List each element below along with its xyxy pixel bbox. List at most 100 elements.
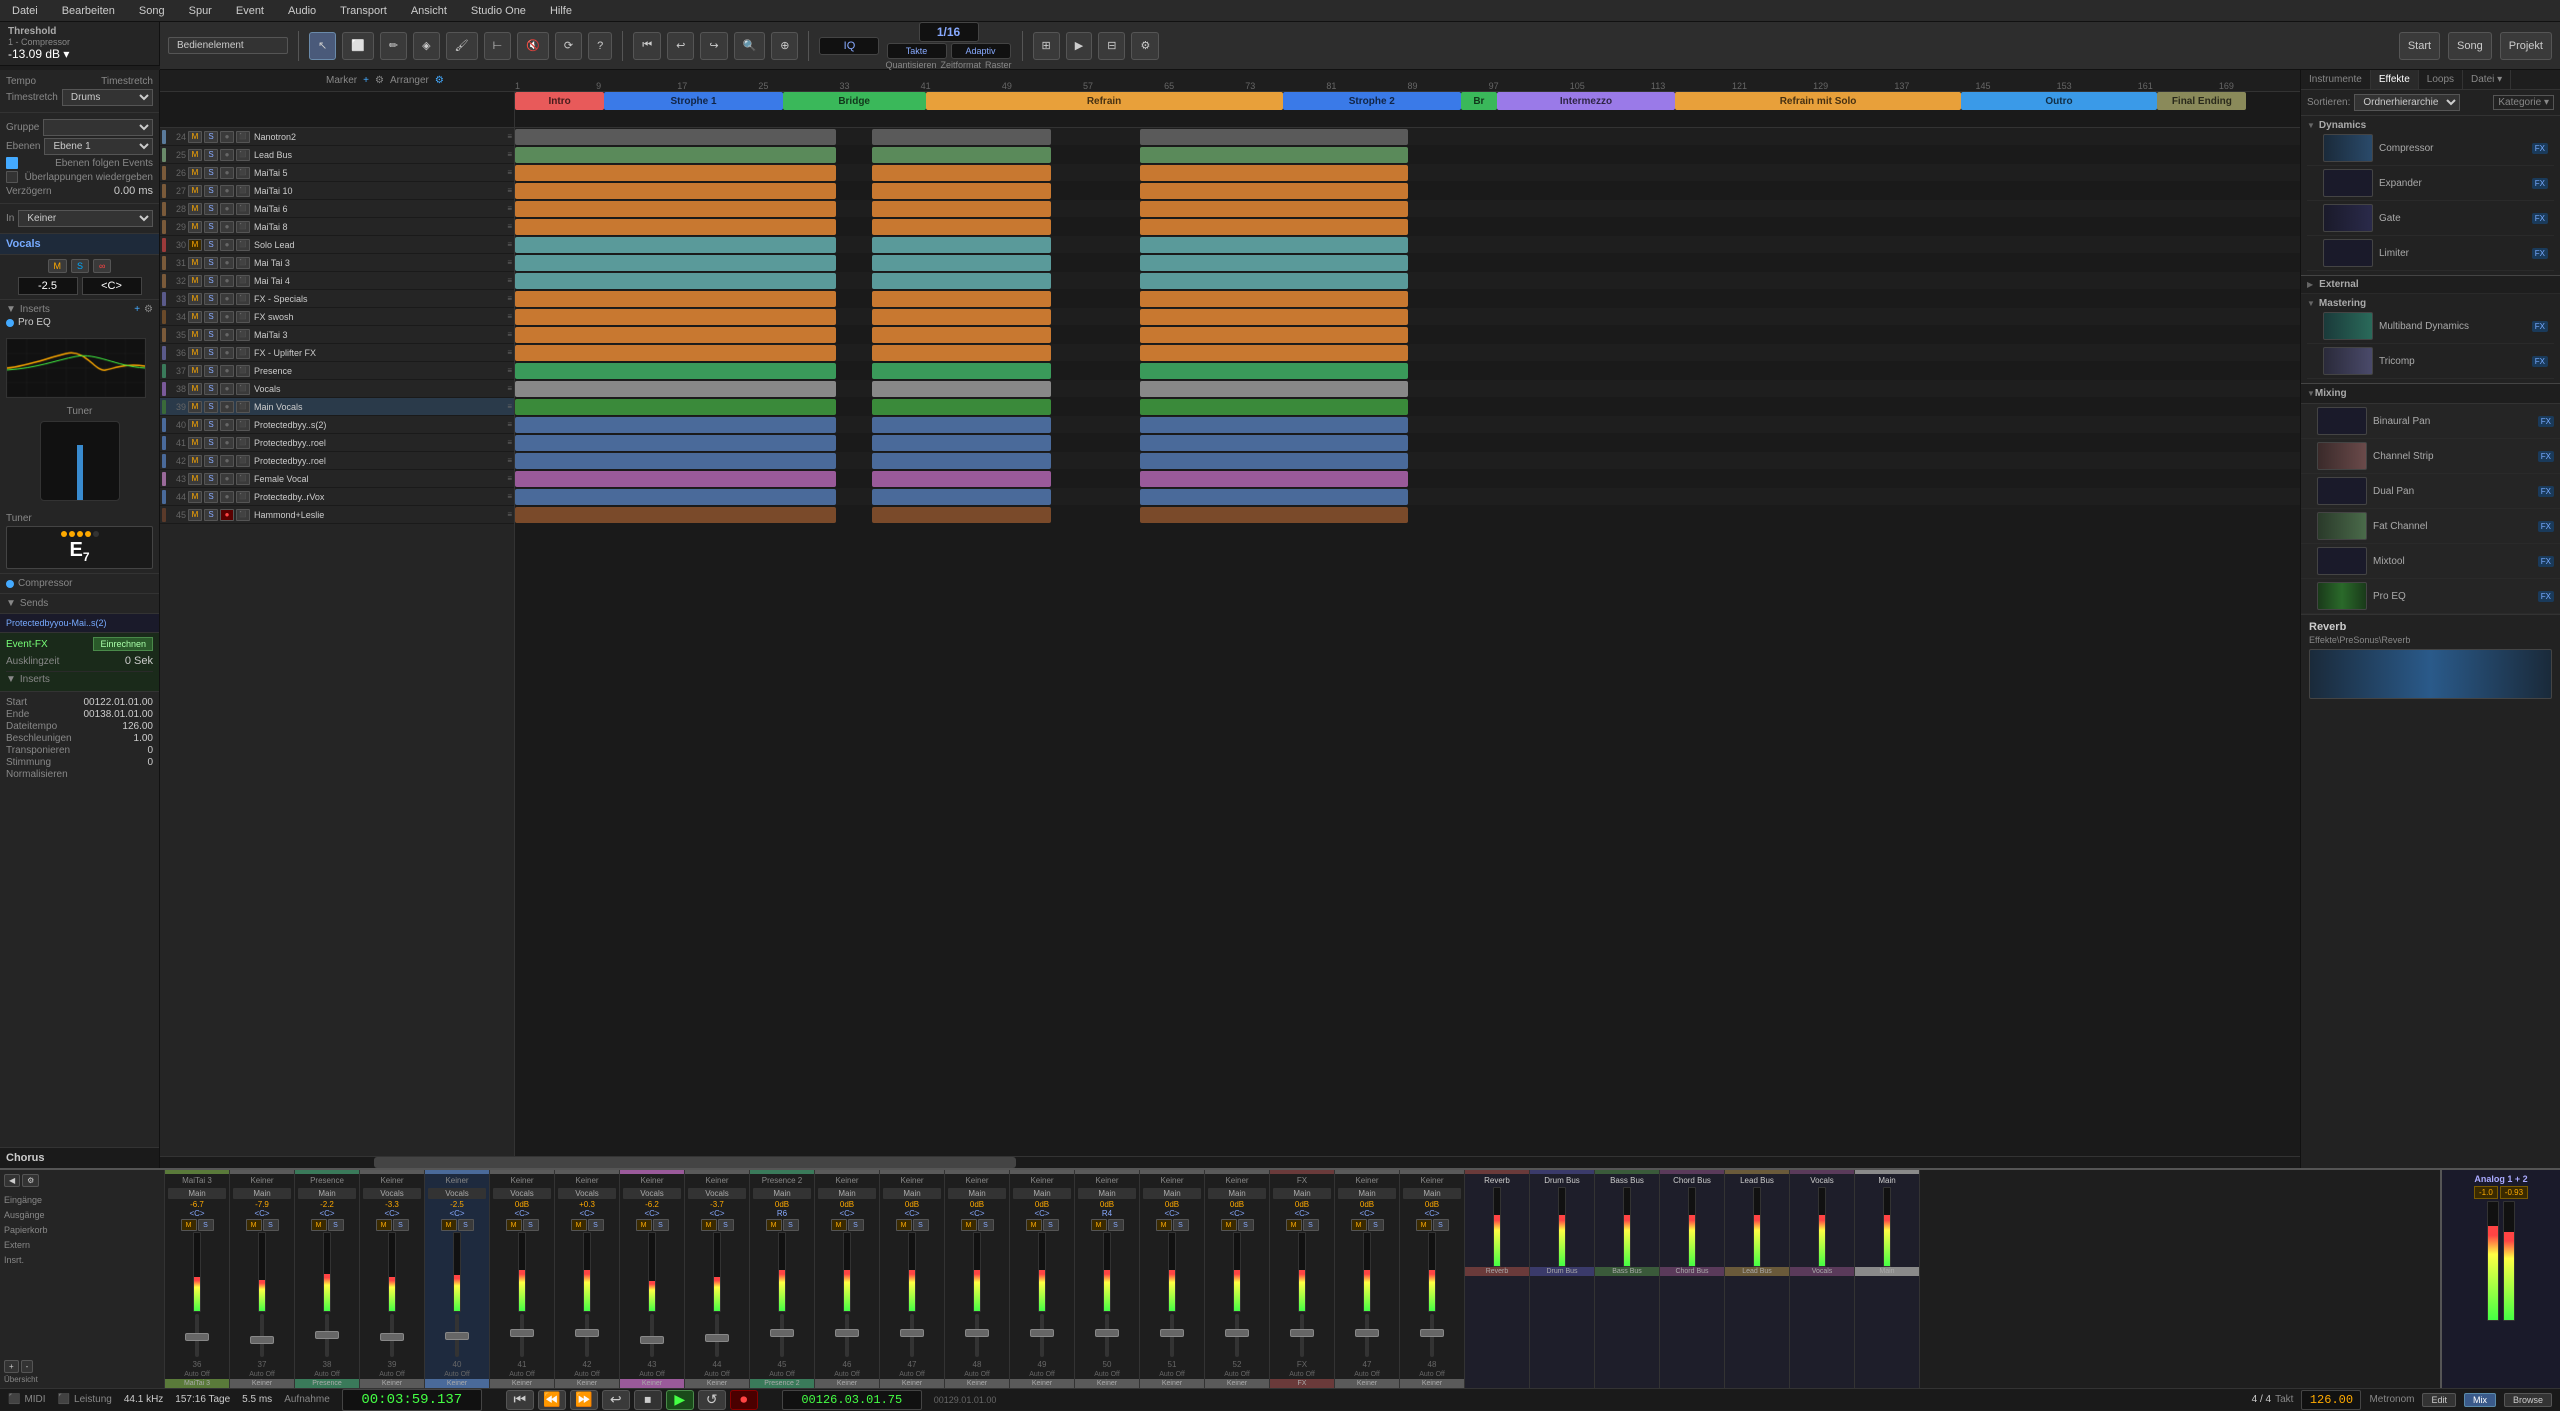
- section-strophe-1[interactable]: Strophe 1: [604, 92, 783, 110]
- track-mute-37[interactable]: M: [188, 365, 202, 377]
- ch-label-bottom-11[interactable]: Keiner: [880, 1379, 944, 1388]
- track-mute-40[interactable]: M: [188, 419, 202, 431]
- loop2-btn[interactable]: ↪: [700, 32, 727, 60]
- bus-label-3[interactable]: Chord Bus: [1660, 1267, 1724, 1276]
- track-menu-icon-30[interactable]: ≡: [507, 240, 512, 249]
- track-row-45[interactable]: 45MS●⬛Hammond+Leslie≡: [160, 506, 514, 524]
- region-28-0[interactable]: [515, 201, 836, 217]
- track-input-26[interactable]: ⬛: [236, 167, 250, 179]
- track-mute-27[interactable]: M: [188, 185, 202, 197]
- track-row-42[interactable]: 42MS●⬛Protectedbyy..roel≡: [160, 452, 514, 470]
- tempo-display[interactable]: 126.00: [2301, 1390, 2361, 1410]
- zoom2-btn[interactable]: ⊕: [771, 32, 798, 60]
- mixer-nav-left[interactable]: ◀: [4, 1174, 20, 1187]
- track-menu-icon-28[interactable]: ≡: [507, 204, 512, 213]
- ch-fader-track-5[interactable]: [520, 1314, 524, 1357]
- track-solo-39[interactable]: S: [204, 401, 218, 413]
- region-26-1[interactable]: [872, 165, 1051, 181]
- mixer-channel-38[interactable]: PresenceMain-2.2<C>MS38Auto OffPresence: [295, 1170, 360, 1388]
- vocals-pan-display[interactable]: <C>: [82, 277, 142, 295]
- track-solo-29[interactable]: S: [204, 221, 218, 233]
- track-mute-42[interactable]: M: [188, 455, 202, 467]
- compressor-label[interactable]: Compressor: [18, 578, 72, 589]
- split-tool[interactable]: ⊢: [484, 32, 512, 60]
- ch-pan-18[interactable]: <C>: [1359, 1209, 1374, 1218]
- mixer-zoom-out[interactable]: -: [21, 1360, 34, 1373]
- track-input-44[interactable]: ⬛: [236, 491, 250, 503]
- track-row-35[interactable]: 35MS●⬛MaiTai 3≡: [160, 326, 514, 344]
- track-mute-28[interactable]: M: [188, 203, 202, 215]
- ch-label-bottom-16[interactable]: Keiner: [1205, 1379, 1269, 1388]
- track-input-41[interactable]: ⬛: [236, 437, 250, 449]
- ch-fader-knob-11[interactable]: [900, 1329, 924, 1337]
- region-28-2[interactable]: [1140, 201, 1408, 217]
- ch-fader-knob-16[interactable]: [1225, 1329, 1249, 1337]
- track-mute-26[interactable]: M: [188, 167, 202, 179]
- track-row-38[interactable]: 38MS●⬛Vocals≡: [160, 380, 514, 398]
- ch-fader-knob-1[interactable]: [250, 1336, 274, 1344]
- ch-s-btn-19[interactable]: S: [1433, 1219, 1449, 1231]
- region-26-2[interactable]: [1140, 165, 1408, 181]
- ebenen-folgen-checkbox[interactable]: [6, 157, 18, 169]
- analog-db-value[interactable]: -1.0: [2474, 1186, 2498, 1199]
- track-row-32[interactable]: 32MS●⬛Mai Tai 4≡: [160, 272, 514, 290]
- mixer-settings[interactable]: ⚙: [22, 1174, 39, 1187]
- ch-fader-knob-3[interactable]: [380, 1333, 404, 1341]
- region-44-2[interactable]: [1140, 489, 1408, 505]
- track-solo-27[interactable]: S: [204, 185, 218, 197]
- ch-db-4[interactable]: -2.5: [450, 1200, 464, 1209]
- track-input-28[interactable]: ⬛: [236, 203, 250, 215]
- section-outro[interactable]: Outro: [1961, 92, 2157, 110]
- ch-pan-1[interactable]: <C>: [254, 1209, 269, 1218]
- track-row-37[interactable]: 37MS●⬛Presence≡: [160, 362, 514, 380]
- edit-btn[interactable]: Edit: [2422, 1393, 2456, 1407]
- track-mute-25[interactable]: M: [188, 149, 202, 161]
- ch-fader-track-15[interactable]: [1170, 1314, 1174, 1357]
- menu-transport[interactable]: Transport: [336, 3, 391, 19]
- ch-fader-knob-6[interactable]: [575, 1329, 599, 1337]
- fx-dual-pan[interactable]: Dual Pan FX: [2301, 474, 2560, 509]
- track-arm-32[interactable]: ●: [220, 275, 234, 287]
- arrangement-btn[interactable]: ⊟: [1098, 32, 1125, 60]
- mixer-channel-49[interactable]: KeinerMain0dB<C>MS49Auto OffKeiner: [1010, 1170, 1075, 1388]
- ch-fader-track-4[interactable]: [455, 1314, 459, 1357]
- menu-spur[interactable]: Spur: [185, 3, 216, 19]
- track-menu-icon-26[interactable]: ≡: [507, 168, 512, 177]
- track-menu-icon-27[interactable]: ≡: [507, 186, 512, 195]
- ch-send-1[interactable]: Main: [233, 1188, 291, 1199]
- vocals-solo-btn[interactable]: S: [71, 259, 89, 273]
- ch-label-bottom-15[interactable]: Keiner: [1140, 1379, 1204, 1388]
- section-br[interactable]: Br: [1461, 92, 1497, 110]
- start-value[interactable]: 00122.01.01.00: [83, 697, 153, 708]
- ch-fader-track-2[interactable]: [325, 1314, 329, 1357]
- track-solo-28[interactable]: S: [204, 203, 218, 215]
- ch-fader-track-10[interactable]: [845, 1314, 849, 1357]
- ch-fader-knob-18[interactable]: [1355, 1329, 1379, 1337]
- region-39-0[interactable]: [515, 399, 836, 415]
- ch-fader-knob-10[interactable]: [835, 1329, 859, 1337]
- track-solo-37[interactable]: S: [204, 365, 218, 377]
- ch-m-btn-4[interactable]: M: [441, 1219, 457, 1231]
- bus-channel-Reverb[interactable]: ReverbReverb: [1465, 1170, 1530, 1388]
- track-input-35[interactable]: ⬛: [236, 329, 250, 341]
- ch-label-bottom-17[interactable]: FX: [1270, 1379, 1334, 1388]
- mixer-zoom-in[interactable]: +: [4, 1360, 19, 1373]
- ch-db-16[interactable]: 0dB: [1230, 1200, 1244, 1209]
- track-menu-icon-25[interactable]: ≡: [507, 150, 512, 159]
- ch-label-bottom-7[interactable]: Keiner: [620, 1379, 684, 1388]
- ch-s-btn-17[interactable]: S: [1303, 1219, 1319, 1231]
- ch-fader-knob-9[interactable]: [770, 1329, 794, 1337]
- vocals-db-display[interactable]: -2.5: [18, 277, 78, 295]
- ch-m-btn-2[interactable]: M: [311, 1219, 327, 1231]
- track-row-34[interactable]: 34MS●⬛FX swosh≡: [160, 308, 514, 326]
- track-solo-33[interactable]: S: [204, 293, 218, 305]
- ch-s-btn-14[interactable]: S: [1108, 1219, 1124, 1231]
- ch-pan-6[interactable]: <C>: [579, 1209, 594, 1218]
- range-tool[interactable]: ⬜: [342, 32, 374, 60]
- ch-s-btn-15[interactable]: S: [1173, 1219, 1189, 1231]
- bus-label-6[interactable]: Main: [1855, 1267, 1919, 1276]
- ch-fader-track-9[interactable]: [780, 1314, 784, 1357]
- fx-mixtool[interactable]: Mixtool FX: [2301, 544, 2560, 579]
- region-45-1[interactable]: [872, 507, 1051, 523]
- mixer-channel-43[interactable]: KeinerVocals-6.2<C>MS43Auto OffKeiner: [620, 1170, 685, 1388]
